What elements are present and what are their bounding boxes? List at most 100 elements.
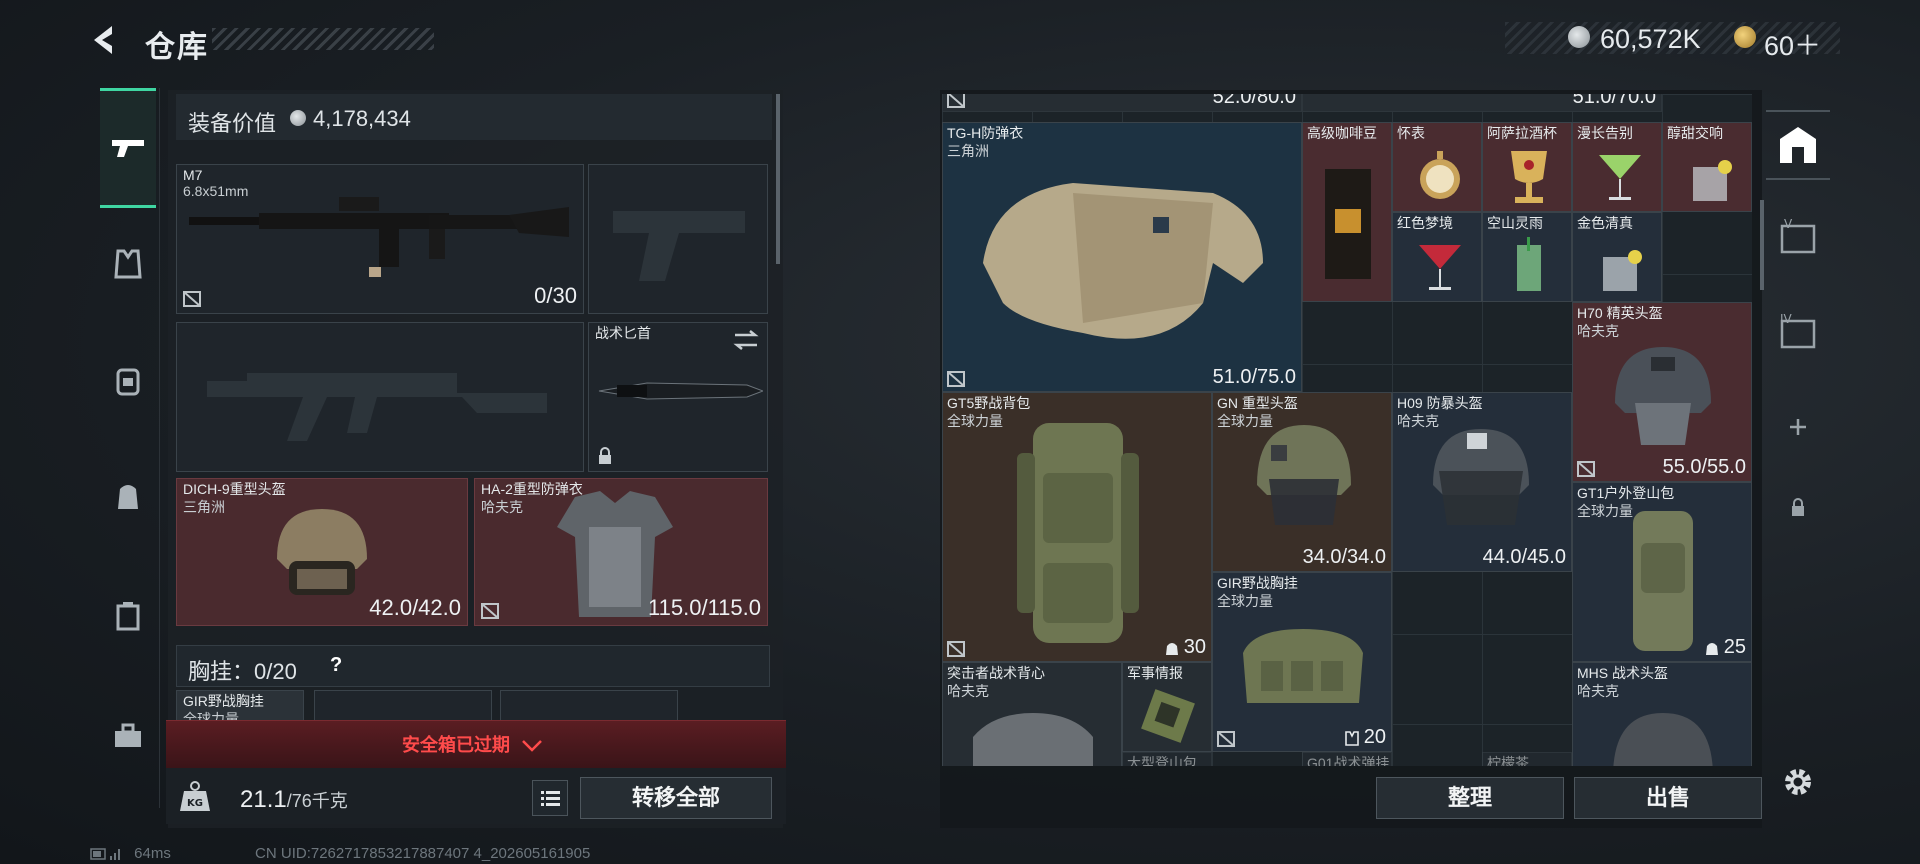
item-name: 漫长告别 — [1577, 125, 1633, 141]
tab-chest-rig[interactable] — [100, 353, 156, 409]
storage-item[interactable]: 大型登山包 — [1122, 752, 1212, 766]
storage-item-partial[interactable]: 51.0/70.0 — [1302, 94, 1662, 112]
top-bar: 仓库 60,572K 60＋ — [0, 0, 1920, 80]
weight-value: 21.1 — [240, 786, 287, 813]
storage-scrollbar[interactable] — [1760, 200, 1764, 290]
armor-vest-icon — [983, 183, 1263, 339]
ping-text: 64ms — [134, 845, 171, 862]
premium-amount[interactable]: 60＋ — [1764, 24, 1821, 63]
helmet-durability: 42.0/42.0 — [369, 595, 461, 620]
loadout-scrollbar[interactable] — [776, 94, 780, 264]
storage-item[interactable]: 柠檬茶 — [1482, 752, 1572, 766]
storage-item[interactable]: 漫长告别 — [1572, 122, 1662, 212]
gear-icon — [1785, 769, 1811, 795]
armor-slot[interactable]: HA-2重型防弹衣 哈夫克 115.0/115.0 — [474, 478, 768, 626]
item-name: 醇甜交响 — [1667, 125, 1723, 141]
storage-item[interactable]: 突击者战术背心 哈夫克 — [942, 662, 1122, 766]
rifle-icon — [189, 197, 569, 277]
no-insure-icon — [947, 641, 965, 657]
equip-value-label: 装备价值 — [188, 111, 277, 136]
storage-item[interactable]: GIR野战胸挂 全球力量 20 — [1212, 572, 1392, 752]
helmet-slot[interactable]: DICH-9重型头盔 三角洲 42.0/42.0 — [176, 478, 468, 626]
item-name: 突击者战术背心 — [947, 665, 1045, 681]
storage-item[interactable]: 高级咖啡豆 — [1302, 122, 1392, 302]
weight-capacity: /76千克 — [286, 791, 348, 811]
list-view-button[interactable] — [532, 780, 568, 816]
whisky-glass-icon — [1603, 250, 1642, 291]
currency-amount: 60,572K — [1600, 24, 1701, 54]
item-brand: 哈夫克 — [947, 683, 989, 699]
settings-button[interactable] — [1778, 762, 1818, 802]
swap-icon[interactable] — [733, 329, 759, 351]
storage-page-main[interactable] — [1766, 110, 1830, 180]
tab-armor[interactable] — [100, 236, 156, 292]
safe-box-expired-text[interactable]: 安全箱已过期 — [402, 731, 543, 757]
no-insure-icon — [1577, 461, 1595, 477]
pistol-slot[interactable] — [588, 164, 768, 314]
storage-item[interactable]: TG-H防弹衣 三角洲 51.0/75.0 — [942, 122, 1302, 392]
knife-name: 战术匕首 — [595, 325, 651, 341]
equip-value-amount: 4,178,434 — [313, 106, 411, 131]
item-name: GT5野战背包 — [947, 395, 1031, 411]
item-name: H70 精英头盔 — [1577, 305, 1663, 321]
item-capacity: 25 — [1704, 636, 1746, 659]
knife-slot[interactable]: 战术匕首 — [588, 322, 768, 472]
item-name: TG-H防弹衣 — [947, 125, 1024, 141]
item-brand: 全球力量 — [1217, 593, 1273, 609]
tab-backpack[interactable] — [100, 468, 156, 524]
item-durability: 34.0/34.0 — [1302, 546, 1386, 568]
box-v-label: V — [1784, 218, 1793, 231]
secondary-weapon-slot[interactable] — [176, 322, 584, 472]
storage-item[interactable]: MHS 战术头盔 哈夫克 — [1572, 662, 1752, 766]
sort-button[interactable]: 整理 — [1376, 777, 1564, 819]
riot-helmet-icon — [1433, 429, 1529, 525]
chest-rig-capacity: 0/20 — [254, 659, 297, 684]
storage-item[interactable]: H70 精英头盔 哈夫克 55.0/55.0 — [1572, 302, 1752, 482]
primary-weapon-slot[interactable]: M7 6.8x51mm 0/30 — [176, 164, 584, 314]
page-title: 仓库 — [145, 31, 209, 64]
storage-page-v[interactable]: V — [1766, 205, 1830, 269]
storage-item[interactable]: G01战术弹挂 — [1302, 752, 1392, 766]
item-name: GN 重型头盔 — [1217, 395, 1298, 411]
item-capacity-value: 20 — [1363, 726, 1386, 748]
plus-icon — [1790, 419, 1806, 435]
status-line: 64ms CN UID:7262717853217887407 4_202605… — [90, 845, 590, 862]
premium-coin-icon — [1734, 26, 1756, 48]
storage-item[interactable]: GT5野战背包 全球力量 30 — [942, 392, 1212, 662]
chest-rig-icon — [1243, 629, 1363, 703]
category-sidebar — [90, 88, 160, 808]
chest-rig-item-name: GIR野战胸挂 — [183, 693, 264, 709]
storage-grid[interactable]: 52.0/80.0 51.0/70.0 TG-H防弹衣 三角洲 51.0/75.… — [942, 94, 1752, 766]
storage-page-iv[interactable]: IV — [1766, 300, 1830, 364]
tab-weapons[interactable] — [100, 88, 156, 208]
back-button[interactable] — [88, 20, 128, 60]
helmet-icon — [277, 509, 367, 595]
battery-signal-icon — [90, 848, 120, 861]
armor-durability: 115.0/115.0 — [648, 595, 761, 620]
transfer-all-button[interactable]: 转移全部 — [580, 777, 772, 819]
storage-item-partial[interactable]: 52.0/80.0 — [942, 94, 1302, 112]
tab-toolbox[interactable] — [100, 708, 156, 764]
storage-item[interactable]: 阿萨拉酒杯 — [1482, 122, 1572, 212]
storage-item[interactable]: 怀表 — [1392, 122, 1482, 212]
item-capacity: 30 — [1164, 636, 1206, 659]
storage-item[interactable]: GN 重型头盔 全球力量 34.0/34.0 — [1212, 392, 1392, 572]
back-arrow-icon — [94, 26, 112, 54]
storage-item[interactable]: H09 防暴头盔 哈夫克 44.0/45.0 — [1392, 392, 1572, 572]
storage-item[interactable]: GT1户外登山包 全球力量 25 — [1572, 482, 1752, 662]
chest-rig-label: 胸挂：0/20 — [188, 654, 297, 686]
sell-button[interactable]: 出售 — [1574, 777, 1762, 819]
help-icon[interactable]: ? — [330, 654, 352, 676]
helmet-icon — [1615, 347, 1711, 445]
storage-item[interactable]: 空山灵雨 — [1482, 212, 1572, 302]
kg-label: KG — [187, 798, 203, 809]
item-name: 红色梦境 — [1397, 215, 1453, 231]
storage-item[interactable]: 醇甜交响 — [1662, 122, 1752, 212]
tab-case[interactable] — [100, 588, 156, 644]
storage-item[interactable]: 金色清真 — [1572, 212, 1662, 302]
armor-brand: 哈夫克 — [481, 499, 523, 515]
locked-storage-slot[interactable] — [1766, 475, 1830, 539]
storage-item[interactable]: 红色梦境 — [1392, 212, 1482, 302]
add-storage-button[interactable] — [1766, 395, 1830, 459]
storage-item[interactable]: 军事情报 — [1122, 662, 1212, 752]
